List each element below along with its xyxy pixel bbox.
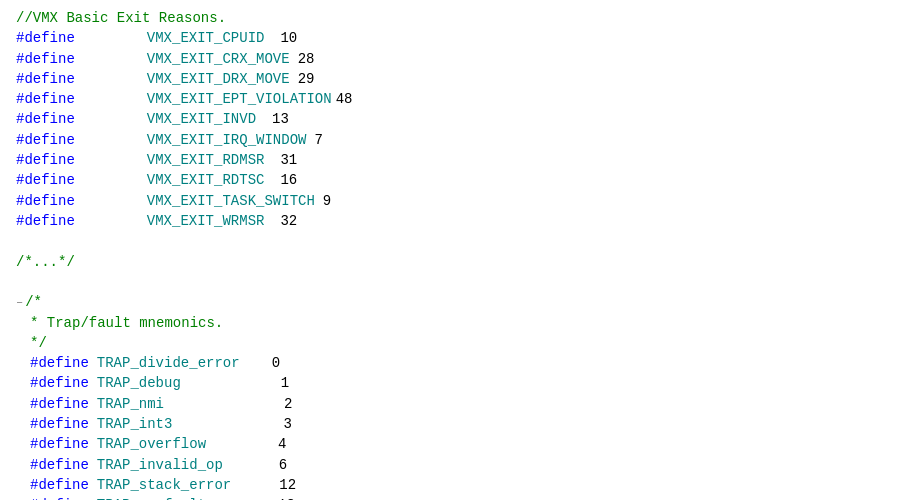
keyword-define-cpuid: #define — [16, 28, 75, 48]
keyword-define-invalid-op: #define — [30, 455, 89, 475]
macro-vmx-invd: VMX_EXIT_INVD — [147, 109, 256, 129]
code-editor: //VMX Basic Exit Reasons. #define VMX_EX… — [0, 0, 900, 500]
macro-vmx-cpuid: VMX_EXIT_CPUID — [147, 28, 265, 48]
line-vmx-wrmsr: #define VMX_EXIT_WRMSR 32 — [16, 211, 884, 231]
line-vmx-crx-move: #define VMX_EXIT_CRX_MOVE 28 — [16, 49, 884, 69]
macro-vmx-ept-violation: VMX_EXIT_EPT_VIOLATION — [147, 89, 332, 109]
value-trap-invalid-op: 6 — [279, 455, 287, 475]
value-vmx-ept-violation: 48 — [336, 89, 353, 109]
comment-block-end: */ — [30, 333, 47, 353]
line-vmx-cpuid: #define VMX_EXIT_CPUID 10 — [16, 28, 884, 48]
keyword-define-debug: #define — [30, 373, 89, 393]
line-vmx-drx-move: #define VMX_EXIT_DRX_MOVE 29 — [16, 69, 884, 89]
macro-trap-gp-fault: TRAP_gp_fault — [97, 495, 206, 500]
keyword-define-drx: #define — [16, 69, 75, 89]
line-trap-divide-error: #define TRAP_divide_error 0 — [16, 353, 884, 373]
macro-trap-int3: TRAP_int3 — [97, 414, 173, 434]
keyword-define-wrmsr: #define — [16, 211, 75, 231]
comment-block-start: /* — [25, 292, 42, 312]
comment-ellipsis: /*...*/ — [16, 252, 75, 272]
line-trap-comment: * Trap/fault mnemonics. — [16, 313, 884, 333]
line-trap-debug: #define TRAP_debug 1 — [16, 373, 884, 393]
keyword-define-gp-fault: #define — [30, 495, 89, 500]
line-trap-overflow: #define TRAP_overflow 4 — [16, 434, 884, 454]
line-vmx-invd: #define VMX_EXIT_INVD 13 — [16, 109, 884, 129]
line-trap-gp-fault: #define TRAP_gp_fault 13 — [16, 495, 884, 500]
macro-vmx-drx-move: VMX_EXIT_DRX_MOVE — [147, 69, 290, 89]
keyword-define-invd: #define — [16, 109, 75, 129]
line-trap-stack-error: #define TRAP_stack_error 12 — [16, 475, 884, 495]
macro-vmx-wrmsr: VMX_EXIT_WRMSR — [147, 211, 265, 231]
line-trap-invalid-op: #define TRAP_invalid_op 6 — [16, 455, 884, 475]
line-trap-nmi: #define TRAP_nmi 2 — [16, 394, 884, 414]
comment-vmx-basic: //VMX Basic Exit Reasons. — [16, 8, 226, 28]
line-vmx-rdtsc: #define VMX_EXIT_RDTSC 16 — [16, 170, 884, 190]
keyword-define-ept: #define — [16, 89, 75, 109]
value-trap-overflow: 4 — [278, 434, 286, 454]
line-vmx-comment: //VMX Basic Exit Reasons. — [16, 8, 884, 28]
keyword-define-rdtsc: #define — [16, 170, 75, 190]
keyword-define-divide-error: #define — [30, 353, 89, 373]
macro-trap-invalid-op: TRAP_invalid_op — [97, 455, 223, 475]
macro-vmx-task-switch: VMX_EXIT_TASK_SWITCH — [147, 191, 315, 211]
line-ellipsis-comment: /*...*/ — [16, 252, 884, 272]
blank-line-2 — [16, 272, 884, 292]
value-vmx-drx-move: 29 — [298, 69, 315, 89]
keyword-define-int3: #define — [30, 414, 89, 434]
macro-trap-overflow: TRAP_overflow — [97, 434, 206, 454]
value-trap-int3: 3 — [283, 414, 291, 434]
line-block-end: */ — [16, 333, 884, 353]
value-trap-stack-error: 12 — [279, 475, 296, 495]
keyword-define-rdmsr: #define — [16, 150, 75, 170]
value-vmx-rdtsc: 16 — [280, 170, 297, 190]
macro-trap-stack-error: TRAP_stack_error — [97, 475, 231, 495]
value-vmx-invd: 13 — [272, 109, 289, 129]
keyword-define-overflow: #define — [30, 434, 89, 454]
keyword-define-task-switch: #define — [16, 191, 75, 211]
macro-trap-divide-error: TRAP_divide_error — [97, 353, 240, 373]
line-vmx-irq-window: #define VMX_EXIT_IRQ_WINDOW 7 — [16, 130, 884, 150]
keyword-define-irq: #define — [16, 130, 75, 150]
keyword-define-stack-error: #define — [30, 475, 89, 495]
blank-line-1 — [16, 231, 884, 251]
value-vmx-wrmsr: 32 — [280, 211, 297, 231]
value-trap-nmi: 2 — [284, 394, 292, 414]
macro-vmx-rdtsc: VMX_EXIT_RDTSC — [147, 170, 265, 190]
value-vmx-cpuid: 10 — [280, 28, 297, 48]
line-vmx-rdmsr: #define VMX_EXIT_RDMSR 31 — [16, 150, 884, 170]
macro-trap-debug: TRAP_debug — [97, 373, 181, 393]
value-trap-debug: 1 — [281, 373, 289, 393]
comment-trap-mnemonics: * Trap/fault mnemonics. — [30, 313, 223, 333]
value-vmx-task-switch: 9 — [323, 191, 331, 211]
keyword-define-crx: #define — [16, 49, 75, 69]
line-trap-int3: #define TRAP_int3 3 — [16, 414, 884, 434]
line-vmx-ept-violation: #define VMX_EXIT_EPT_VIOLATION 48 — [16, 89, 884, 109]
collapse-icon[interactable]: – — [16, 295, 23, 312]
value-trap-divide-error: 0 — [272, 353, 280, 373]
value-trap-gp-fault: 13 — [278, 495, 295, 500]
macro-trap-nmi: TRAP_nmi — [97, 394, 164, 414]
macro-vmx-crx-move: VMX_EXIT_CRX_MOVE — [147, 49, 290, 69]
macro-vmx-rdmsr: VMX_EXIT_RDMSR — [147, 150, 265, 170]
line-block-start[interactable]: – /* — [16, 292, 884, 312]
value-vmx-irq-window: 7 — [314, 130, 322, 150]
value-vmx-crx-move: 28 — [298, 49, 315, 69]
macro-vmx-irq-window: VMX_EXIT_IRQ_WINDOW — [147, 130, 307, 150]
keyword-define-nmi: #define — [30, 394, 89, 414]
value-vmx-rdmsr: 31 — [280, 150, 297, 170]
line-vmx-task-switch: #define VMX_EXIT_TASK_SWITCH 9 — [16, 191, 884, 211]
